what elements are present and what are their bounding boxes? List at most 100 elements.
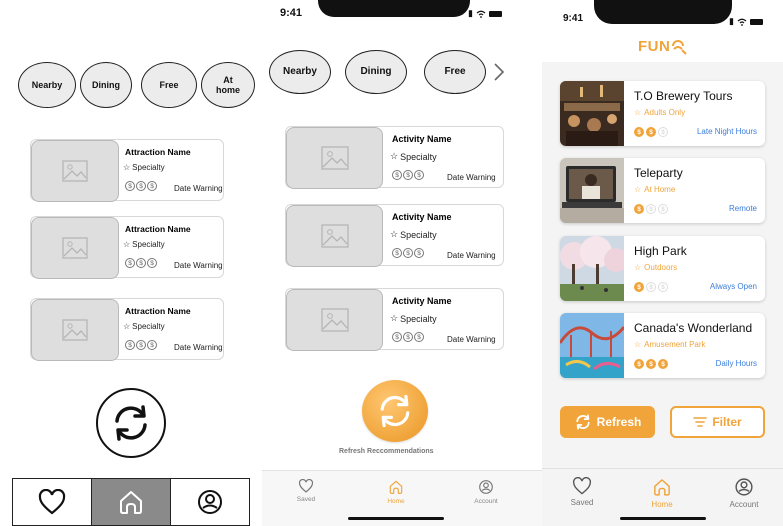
account-icon xyxy=(735,478,753,496)
tab-account[interactable]: Account xyxy=(456,479,516,505)
nav-home[interactable] xyxy=(92,479,171,525)
nav-saved[interactable] xyxy=(13,479,92,525)
image-placeholder-icon xyxy=(31,217,119,279)
attraction-card[interactable]: Attraction Name ☆ Specialty $ $ $ Date Warn… xyxy=(30,298,224,361)
chip-free[interactable]: Free xyxy=(424,50,486,94)
date-warning: Date Warning xyxy=(174,184,223,193)
date-warning: Date Warning xyxy=(447,335,496,344)
price-level: $ $ $ xyxy=(634,204,668,214)
tab-saved[interactable]: Saved xyxy=(552,477,612,507)
attraction-card[interactable]: Attraction Name ☆ Specialty $ $ $ Date Warn… xyxy=(30,139,224,202)
attraction-card[interactable]: Attraction Name ☆ Specialty $ $ $ Date Warn… xyxy=(30,216,224,279)
date-warning: Date Warning xyxy=(447,251,496,260)
chip-nearby[interactable]: Nearby xyxy=(269,50,331,94)
wifi-icon xyxy=(476,10,486,18)
chip-dining[interactable]: Dining xyxy=(345,50,407,94)
activity-card[interactable]: Teleparty ☆ At Home $ $ $ Remote xyxy=(560,158,765,223)
star-icon: ☆ xyxy=(634,340,642,349)
status-time: 9:41 xyxy=(563,13,584,24)
bottom-nav xyxy=(12,478,250,526)
dollar-coin-icon: $ xyxy=(414,332,424,342)
battery-icon xyxy=(488,10,502,17)
activity-card[interactable]: High Park ☆ Outdoors $ $ $ Always Open xyxy=(560,236,765,301)
price-level: $ $ $ xyxy=(392,170,424,180)
home-icon xyxy=(654,479,670,496)
date-warning: Date Warning xyxy=(174,261,223,270)
tab-home[interactable]: Home xyxy=(366,479,426,505)
tab-bar: Saved Home Account xyxy=(542,468,783,526)
price-level: $ $ $ xyxy=(634,282,668,292)
tab-account[interactable]: Account xyxy=(714,477,774,509)
status-icons: ▮ xyxy=(468,8,502,19)
heart-icon xyxy=(572,477,592,495)
canadas-wonderland-photo xyxy=(560,313,624,378)
account-icon xyxy=(198,490,222,514)
refresh-icon xyxy=(380,394,410,428)
star-icon: ☆ xyxy=(123,240,131,249)
phone-notch xyxy=(594,0,732,24)
dollar-coin-icon: $ xyxy=(658,127,668,137)
activity-card[interactable]: Canada's Wonderland ☆ Amusement Park $ $ $ … xyxy=(560,313,765,378)
price-level: $ $ $ xyxy=(125,258,157,268)
specialty-row: ☆ Specialty xyxy=(123,322,165,331)
specialty-row: ☆ Specialty xyxy=(390,151,437,162)
chevron-right-icon[interactable] xyxy=(493,62,505,82)
price-level: $ $ $ xyxy=(392,332,424,342)
price-level: $ $ $ xyxy=(634,359,668,369)
tab-saved[interactable]: Saved xyxy=(276,479,336,503)
refresh-button[interactable] xyxy=(96,388,166,458)
price-level: $ $ $ xyxy=(125,181,157,191)
dollar-coin-icon: $ xyxy=(646,359,656,369)
star-icon: ☆ xyxy=(390,229,399,239)
chip-nearby[interactable]: Nearby xyxy=(18,62,76,108)
filter-button[interactable]: Filter xyxy=(670,406,765,438)
dollar-coin-icon: $ xyxy=(392,248,402,258)
refresh-button[interactable]: Refresh xyxy=(560,406,655,438)
image-placeholder-icon xyxy=(31,299,119,361)
hours-label: Always Open xyxy=(709,282,757,291)
dollar-coin-icon: $ xyxy=(392,332,402,342)
chip-free[interactable]: Free xyxy=(141,62,197,108)
star-icon: ☆ xyxy=(123,163,131,172)
price-level: $ $ $ xyxy=(125,340,157,350)
activity-card[interactable]: Activity Name ☆ Specialty $ $ $ Date Warnin… xyxy=(285,204,504,267)
wifi-icon xyxy=(737,18,747,26)
chip-at-home[interactable]: At home xyxy=(201,62,255,108)
activity-card[interactable]: Activity Name ☆ Specialty $ $ $ Date Warnin… xyxy=(285,126,504,189)
dollar-coin-icon: $ xyxy=(403,332,413,342)
status-icons: ▮ xyxy=(729,16,763,27)
dollar-coin-icon: $ xyxy=(658,282,668,292)
activity-card[interactable]: Activity Name ☆ Specialty $ $ $ Date Warnin… xyxy=(285,288,504,351)
activity-title: T.O Brewery Tours xyxy=(634,89,733,103)
teleparty-photo xyxy=(560,158,624,223)
star-icon: ☆ xyxy=(634,185,642,194)
tab-bar: Saved Home Account xyxy=(262,470,542,526)
date-warning: Date Warning xyxy=(174,343,223,352)
specialty-row: ☆ Specialty xyxy=(390,313,437,324)
dollar-coin-icon: $ xyxy=(147,258,157,268)
wireframe-panel-lowfi: Nearby Dining Free At home Attraction Na… xyxy=(0,0,262,526)
activity-card[interactable]: T.O Brewery Tours ☆ Adults Only $ $ $ Late … xyxy=(560,81,765,146)
refresh-button[interactable] xyxy=(362,380,428,442)
nav-account[interactable] xyxy=(171,479,249,525)
dollar-coin-icon: $ xyxy=(147,181,157,191)
app-logo: FUN xyxy=(638,38,688,55)
dollar-coin-icon: $ xyxy=(147,340,157,350)
home-indicator xyxy=(620,517,706,520)
activity-title: Teleparty xyxy=(634,166,683,180)
attraction-name: Attraction Name xyxy=(125,224,191,234)
refresh-label: Refresh Reccommendations xyxy=(339,448,434,455)
dollar-coin-icon: $ xyxy=(403,170,413,180)
heart-icon xyxy=(298,479,314,493)
activity-name: Activity Name xyxy=(392,212,452,222)
dollar-coin-icon: $ xyxy=(634,127,644,137)
app-panel-hifi: 9:41 ▮ FUN T.O Brewery Tours ☆ Adults Onl… xyxy=(542,0,783,526)
tab-home[interactable]: Home xyxy=(632,477,692,509)
status-time: 9:41 xyxy=(280,7,303,19)
home-icon xyxy=(389,480,403,494)
chip-dining[interactable]: Dining xyxy=(80,62,132,108)
app-header: 9:41 ▮ FUN xyxy=(542,0,783,62)
dollar-coin-icon: $ xyxy=(392,170,402,180)
star-icon: ☆ xyxy=(390,313,399,323)
dollar-coin-icon: $ xyxy=(136,340,146,350)
